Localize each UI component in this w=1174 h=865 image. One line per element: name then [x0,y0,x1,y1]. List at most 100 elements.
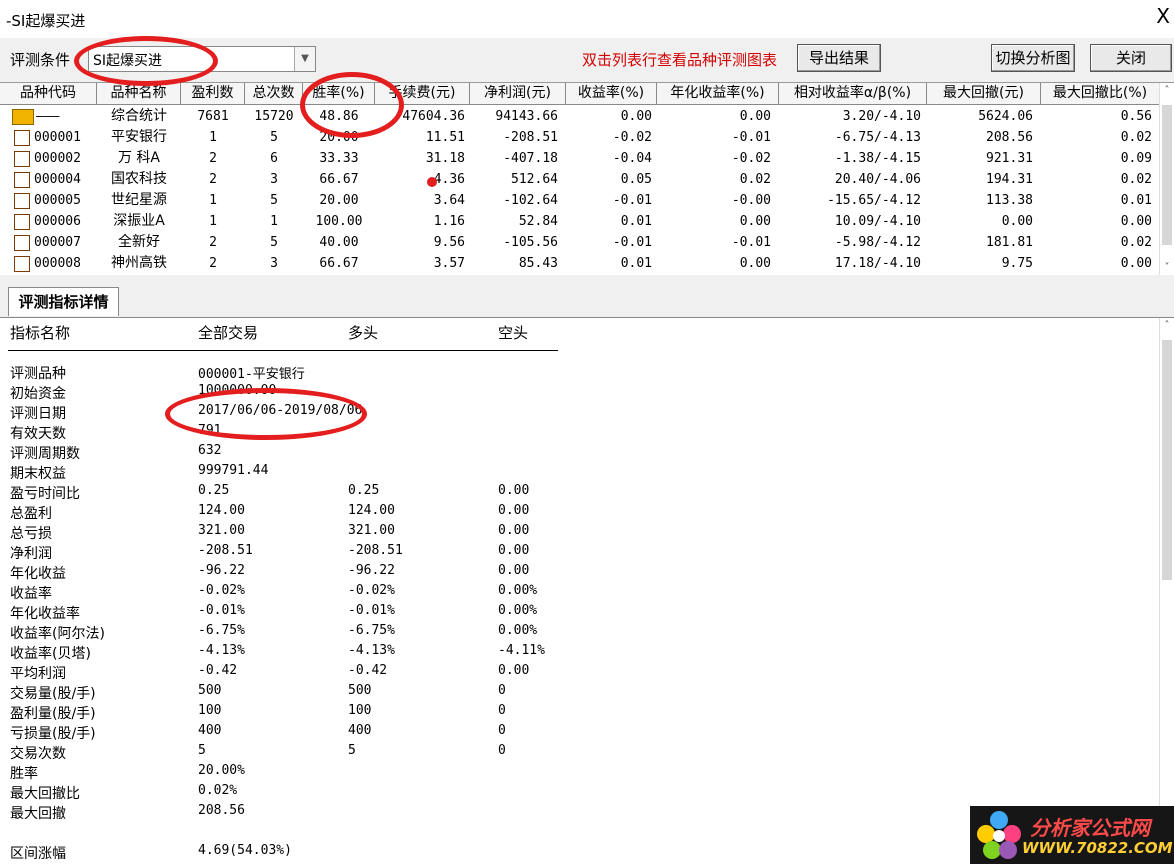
metric-label: 总盈利 [10,506,52,522]
metric-label: 净利润 [10,546,52,562]
cell-annual: -0.01 [731,235,771,250]
cell-name: 国农科技 [111,171,167,187]
cell-total: 3 [270,172,278,187]
metric-long: 321.00 [348,523,395,538]
col-header[interactable]: 相对收益率α/β(%) [779,83,927,104]
cell-code: 000007 [34,235,81,250]
metric-long: -6.75% [348,623,395,638]
tab-detail[interactable]: 评测指标详情 [8,287,119,316]
export-button[interactable]: 导出结果 [797,44,881,72]
metric-label: 总亏损 [10,526,52,542]
cell-relative: -15.65/-4.12 [827,193,921,208]
col-header[interactable]: 盈利数 [181,83,245,104]
col-header[interactable]: 收益率(%) [566,83,657,104]
cell-fee: 11.51 [425,130,465,145]
cell-wins: 2 [209,172,217,187]
cell-wins: 2 [209,235,217,250]
cell-maxdd: 194.31 [986,172,1033,187]
cell-net: -407.18 [503,151,558,166]
document-icon [14,256,30,272]
metric-all: -4.13% [198,643,245,658]
cell-net: 94143.66 [495,109,558,124]
table-row[interactable]: 000002 万 科A 2 6 33.33 31.18 -407.18 -0.0… [0,148,1160,169]
col-header[interactable]: 品种名称 [97,83,181,104]
cell-name: 世纪星源 [111,192,167,208]
detail-col-all: 全部交易 [198,324,259,342]
metric-label: 胜率 [10,766,38,782]
cell-rate: 40.00 [319,235,359,250]
document-icon [14,193,30,209]
cell-ddratio: 0.00 [1120,214,1152,229]
metric-label: 平均利润 [10,666,66,682]
metric-label: 评测日期 [10,406,66,422]
metric-long: -208.51 [348,543,403,558]
table-row[interactable]: 000006 深振业A 1 1 100.00 1.16 52.84 0.01 0… [0,211,1160,232]
cell-net: -208.51 [503,130,558,145]
cell-relative: 10.09/-4.10 [834,214,921,229]
cell-rate: 33.33 [319,151,359,166]
cell-net: 85.43 [518,256,558,271]
metric-long: -0.42 [348,663,388,678]
metric-label: 最大回撤 [10,806,66,822]
col-header[interactable]: 净利润(元) [470,83,566,104]
table-scrollbar[interactable]: ˄ ˅ [1159,83,1174,276]
col-header[interactable]: 年化收益率(%) [657,83,779,104]
table-row[interactable]: 000008 神州高铁 2 3 66.67 3.57 85.43 0.01 0.… [0,253,1160,274]
table-row[interactable]: ——— 综合统计 7681 15720 48.86 47604.36 94143… [0,106,1160,127]
metric-short: 0.00% [498,603,538,618]
close-button[interactable]: 关闭 [1090,44,1172,72]
watermark-brand: 分析家公式网 [1030,816,1150,840]
scroll-up-icon[interactable]: ˄ [1160,83,1174,99]
cell-relative: -5.98/-4.12 [834,235,921,250]
col-header[interactable]: 总次数 [245,83,303,104]
close-icon[interactable]: X [1156,6,1170,26]
header-divider [8,350,558,351]
scroll-down-icon[interactable]: ˅ [1160,260,1174,276]
switch-chart-button[interactable]: 切换分析图 [991,44,1075,72]
cell-annual: 0.00 [739,256,771,271]
cell-return: 0.00 [620,109,652,124]
cell-code: ——— [36,109,60,124]
metric-all: 500 [198,683,222,698]
cell-fee: 3.57 [433,256,465,271]
metric-all: 321.00 [198,523,245,538]
col-header[interactable]: 最大回撤(元) [927,83,1041,104]
metric-long: -0.01% [348,603,395,618]
cell-return: 0.05 [620,172,652,187]
metric-label: 收益率(阿尔法) [10,626,105,642]
metric-all: -0.42 [198,663,238,678]
scroll-up-icon[interactable]: ˄ [1160,318,1174,334]
cell-return: -0.02 [612,130,652,145]
cell-fee: 31.18 [425,151,465,166]
chevron-down-icon[interactable]: ▼ [294,47,315,71]
table-row[interactable]: 000004 国农科技 2 3 66.67 4.36 512.64 0.05 0… [0,169,1160,190]
table-row[interactable]: 000007 全新好 2 5 40.00 9.56 -105.56 -0.01 … [0,232,1160,253]
metric-label: 初始资金 [10,386,66,402]
cell-rate: 20.00 [319,193,359,208]
cell-maxdd: 113.38 [986,193,1033,208]
cell-net: -105.56 [503,235,558,250]
cell-fee: 4.36 [433,172,465,187]
cell-wins: 2 [209,256,217,271]
col-header[interactable]: 最大回撤比(%) [1041,83,1160,104]
cell-maxdd: 5624.06 [978,109,1033,124]
scroll-thumb[interactable] [1162,340,1172,580]
detail-scrollbar[interactable]: ˄ [1159,318,1174,809]
cell-total: 5 [270,235,278,250]
metric-long: 5 [348,743,356,758]
cell-maxdd: 9.75 [1001,256,1033,271]
cell-total: 15720 [254,109,294,124]
metric-short: 0.00 [498,483,530,498]
cell-return: -0.04 [612,151,652,166]
cell-annual: -0.00 [731,193,771,208]
metric-label: 有效天数 [10,426,66,442]
col-header[interactable]: 品种代码 [0,83,97,104]
metric-all: -96.22 [198,563,245,578]
document-icon [14,235,30,251]
metric-all: 4.69(54.03%) [198,843,292,858]
scroll-thumb[interactable] [1162,105,1172,245]
table-row[interactable]: 000001 平安银行 1 5 20.00 11.51 -208.51 -0.0… [0,127,1160,148]
annotation-dot [427,177,437,187]
metric-short: 0.00% [498,623,538,638]
table-row[interactable]: 000005 世纪星源 1 5 20.00 3.64 -102.64 -0.01… [0,190,1160,211]
